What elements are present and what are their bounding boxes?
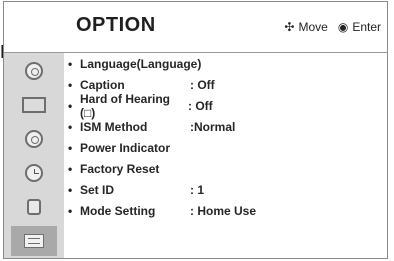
menu-item-label: ISM Method (80, 119, 148, 134)
picture-icon (25, 62, 43, 80)
option-menu-frame: OPTION ✣ Move ◉ Enter • Language(Languag… (3, 1, 388, 259)
menu-item-value: :Normal (190, 119, 236, 134)
menu-item-label: Hard of Hearing (□) (80, 91, 171, 120)
option-icon (24, 234, 44, 248)
bullet: • (68, 182, 73, 197)
move-label: Move (298, 20, 328, 34)
sidebar-item-audio[interactable] (11, 124, 57, 154)
bullet: • (68, 140, 73, 155)
menu-header: OPTION ✣ Move ◉ Enter (4, 2, 387, 53)
bullet: • (68, 203, 73, 218)
move-arrows-icon: ✣ (284, 20, 295, 34)
enter-icon: ◉ (337, 20, 349, 34)
menu-item-label: Mode Setting (80, 203, 156, 218)
menu-item-label: Factory Reset (80, 161, 160, 176)
menu-item-value: : 1 (190, 182, 205, 197)
menu-item-label: Caption (80, 77, 125, 92)
menu-item-label: Language(Language) (80, 56, 202, 71)
bullet: • (68, 161, 73, 176)
menu-item-language[interactable]: • Language(Language) (68, 54, 383, 73)
navigation-hints: ✣ Move ◉ Enter (274, 20, 381, 34)
bullet: • (68, 77, 73, 92)
enter-label: Enter (352, 20, 381, 34)
sidebar-item-lock[interactable] (11, 192, 57, 222)
screen-icon (22, 97, 46, 113)
bullet: • (68, 56, 73, 71)
menu-item-hard-of-hearing[interactable]: • Hard of Hearing (□) : Off (68, 92, 383, 120)
menu-item-mode-setting[interactable]: • Mode Setting : Home Use (68, 201, 383, 220)
audio-icon (25, 130, 43, 148)
menu-item-value: : Off (190, 77, 215, 92)
sidebar-item-time[interactable] (11, 158, 57, 188)
menu-item-value: : Home Use (190, 203, 257, 218)
clock-icon (25, 164, 43, 182)
sidebar-item-screen[interactable] (11, 90, 57, 120)
page-title: OPTION (76, 14, 156, 36)
sidebar-item-option[interactable] (11, 226, 57, 256)
menu-item-ism-method[interactable]: • ISM Method :Normal (68, 117, 383, 136)
menu-item-value: : Off (188, 98, 213, 113)
menu-item-power-indicator[interactable]: • Power Indicator (68, 138, 383, 157)
lock-icon (27, 199, 41, 215)
menu-item-label: Set ID (80, 182, 115, 197)
move-hint: ✣ Move (284, 20, 327, 34)
enter-hint: ◉ Enter (338, 20, 381, 34)
menu-item-factory-reset[interactable]: • Factory Reset (68, 159, 383, 178)
menu-item-set-id[interactable]: • Set ID : 1 (68, 180, 383, 199)
sidebar-item-picture[interactable] (11, 56, 57, 86)
menu-item-label: Power Indicator (80, 140, 171, 155)
bullet: • (68, 119, 73, 134)
bullet: • (68, 98, 73, 113)
